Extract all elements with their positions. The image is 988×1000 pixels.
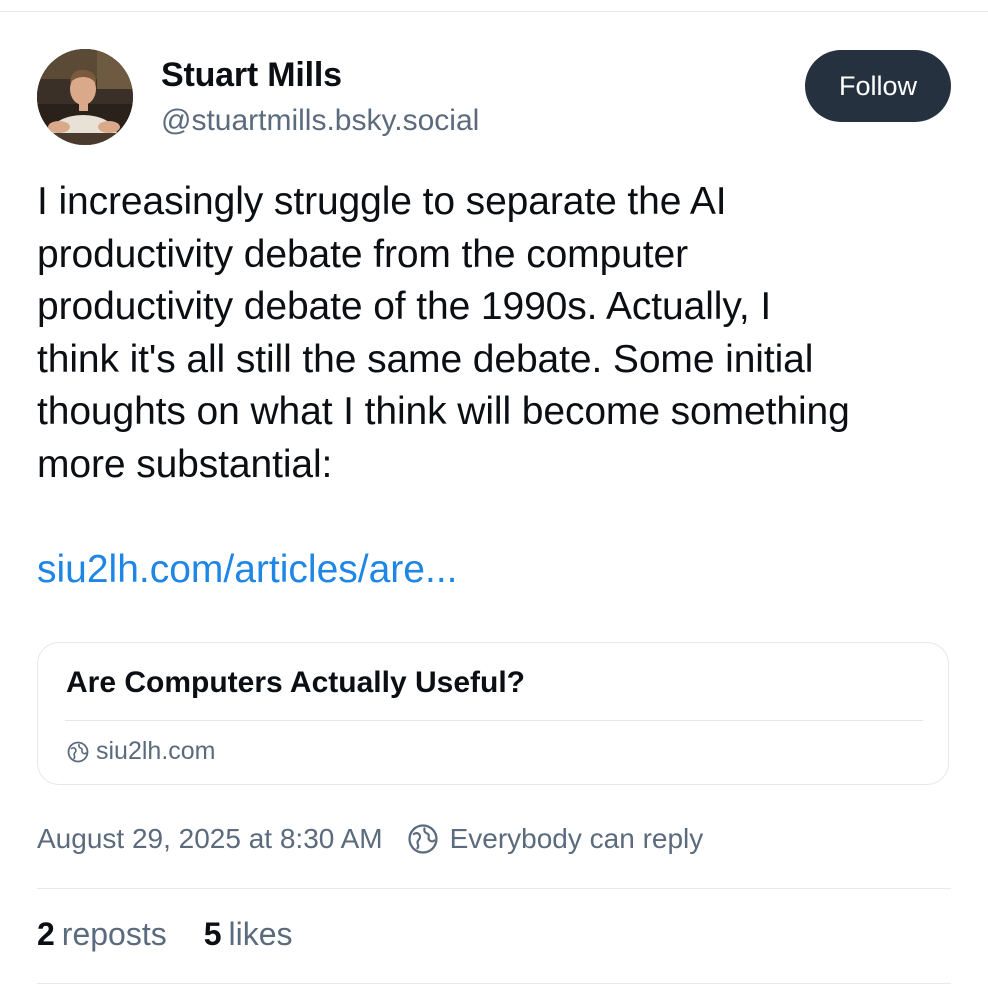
reposts-stat[interactable]: 2 reposts xyxy=(37,916,167,953)
likes-label: likes xyxy=(228,916,293,952)
post-timestamp[interactable]: August 29, 2025 at 8:30 AM xyxy=(37,823,383,855)
link-card-domain: siu2lh.com xyxy=(96,737,216,765)
post-stats: 2 reposts 5 likes xyxy=(37,916,293,953)
post-link[interactable]: siu2lh.com/articles/are... xyxy=(37,548,458,592)
globe-icon xyxy=(67,741,89,762)
likes-stat[interactable]: 5 likes xyxy=(204,916,293,953)
post-meta: August 29, 2025 at 8:30 AM Everybody can… xyxy=(37,822,703,856)
post-text: I increasingly struggle to separate the … xyxy=(37,180,850,486)
reposts-label: reposts xyxy=(61,916,167,952)
author-handle[interactable]: @stuartmills.bsky.social xyxy=(161,104,479,138)
reply-setting-label: Everybody can reply xyxy=(449,823,704,854)
link-card-domain-row: siu2lh.com xyxy=(66,737,216,766)
reposts-count: 2 xyxy=(37,916,55,952)
author-display-name[interactable]: Stuart Mills xyxy=(161,56,342,95)
avatar-photo xyxy=(37,49,133,145)
stats-divider-top xyxy=(37,888,951,889)
likes-count: 5 xyxy=(203,916,222,952)
avatar[interactable] xyxy=(37,49,133,145)
link-card-divider xyxy=(65,720,923,721)
reply-setting[interactable]: Everybody can reply xyxy=(406,822,704,856)
globe-icon xyxy=(408,824,438,854)
link-card[interactable]: Are Computers Actually Useful? siu2lh.co… xyxy=(37,642,949,785)
stats-divider-bottom xyxy=(37,983,951,984)
follow-button[interactable]: Follow xyxy=(805,50,951,122)
link-card-title: Are Computers Actually Useful? xyxy=(66,666,525,699)
top-divider xyxy=(0,11,988,12)
